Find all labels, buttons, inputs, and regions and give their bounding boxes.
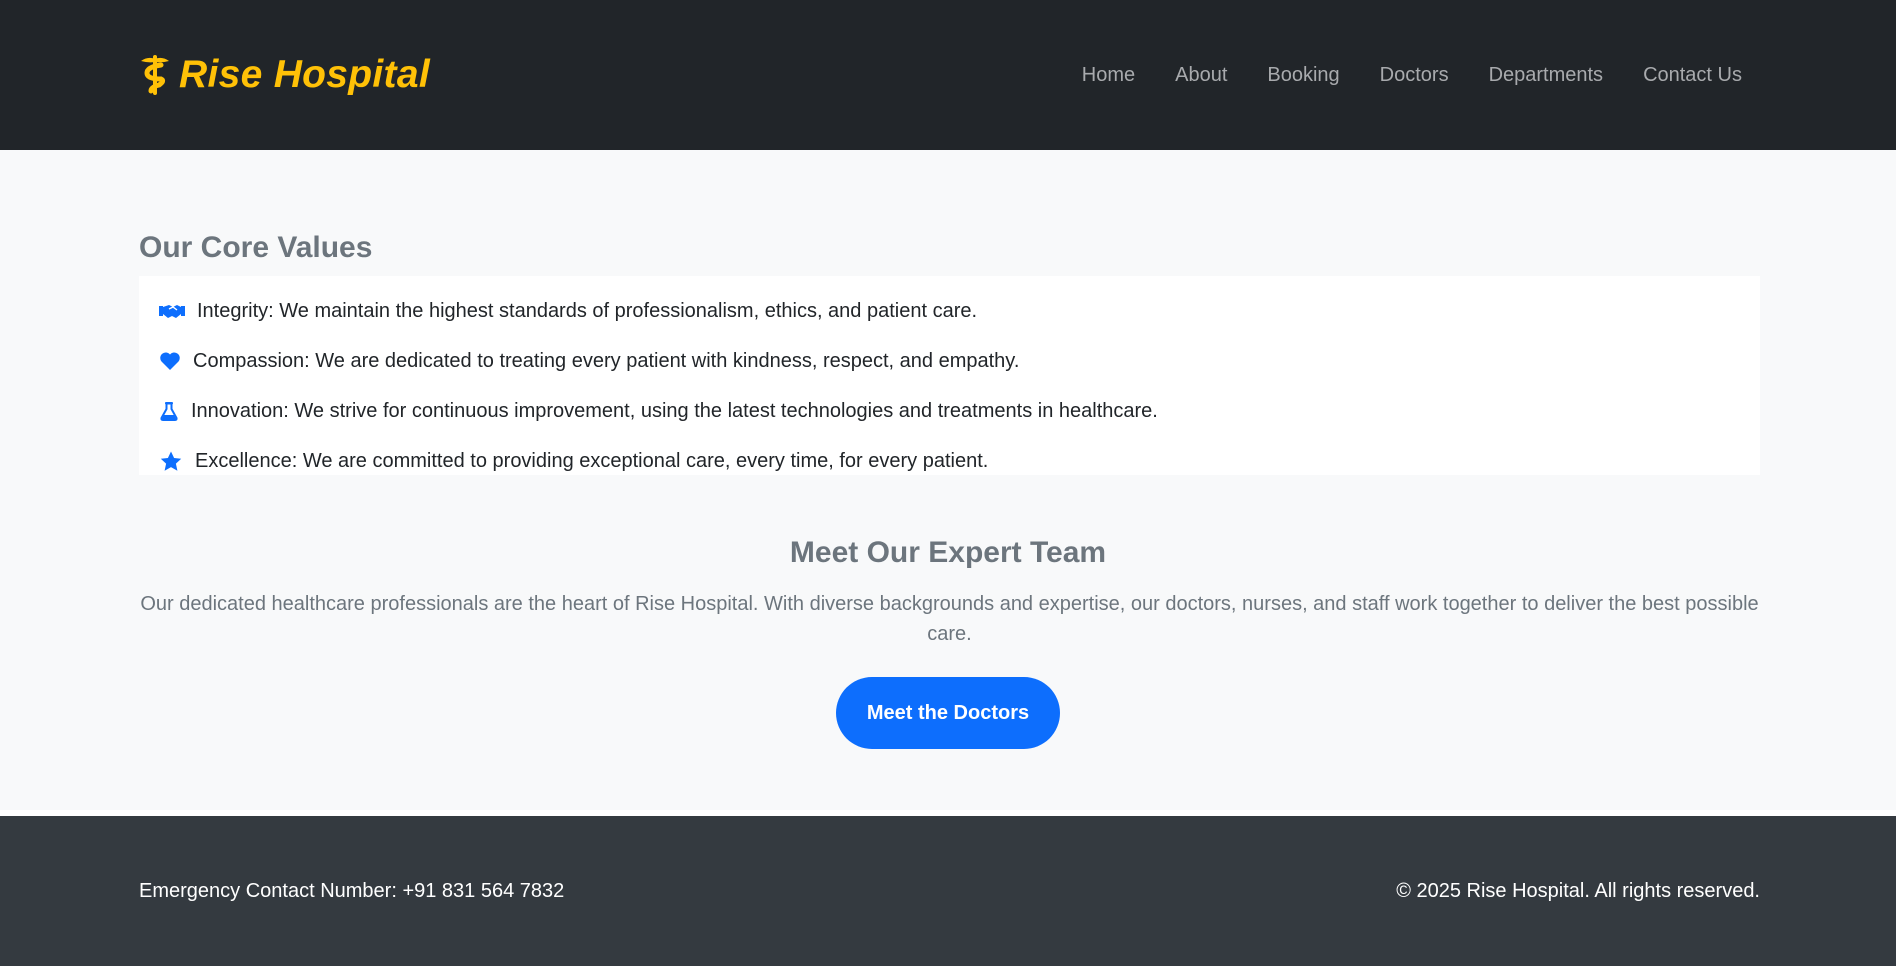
nav-about[interactable]: About: [1155, 56, 1247, 95]
emergency-contact: Emergency Contact Number: +91 831 564 78…: [139, 879, 565, 902]
nav-doctors[interactable]: Doctors: [1360, 56, 1469, 95]
main-content: Our Core Values Integrity: We maintain t…: [0, 150, 1896, 810]
team-description: Our dedicated healthcare professionals a…: [140, 593, 1759, 645]
main-nav: Home About Booking Doctors Departments C…: [1062, 56, 1762, 95]
navbar: Rise Hospital Home About Booking Doctors…: [0, 0, 1896, 150]
core-values-title: Our Core Values: [139, 231, 373, 264]
value-item-integrity: Integrity: We maintain the highest stand…: [159, 286, 1740, 336]
star-icon: [159, 450, 183, 472]
copyright: © 2025 Rise Hospital. All rights reserve…: [1396, 879, 1760, 902]
caduceus-icon: [139, 53, 171, 97]
handshake-icon: [159, 300, 185, 322]
value-text: Innovation: We strive for continuous imp…: [191, 399, 1158, 422]
nav-home[interactable]: Home: [1062, 56, 1155, 95]
footer: Emergency Contact Number: +91 831 564 78…: [0, 816, 1896, 966]
value-text: Integrity: We maintain the highest stand…: [197, 299, 978, 322]
value-text: Excellence: We are committed to providin…: [195, 449, 989, 472]
team-title: Meet Our Expert Team: [789, 536, 1107, 569]
team-section: Meet Our Expert Team Our dedicated healt…: [139, 535, 1759, 749]
meet-doctors-button[interactable]: Meet the Doctors: [835, 677, 1061, 749]
core-values-list: Integrity: We maintain the highest stand…: [139, 276, 1760, 475]
value-item-excellence: Excellence: We are committed to providin…: [159, 436, 1740, 486]
nav-departments[interactable]: Departments: [1469, 56, 1624, 95]
value-item-compassion: Compassion: We are dedicated to treating…: [159, 336, 1740, 386]
brand-name: Rise Hospital: [179, 53, 430, 96]
heart-icon: [159, 350, 181, 372]
flask-icon: [159, 400, 179, 422]
value-text: Compassion: We are dedicated to treating…: [193, 349, 1020, 372]
value-item-innovation: Innovation: We strive for continuous imp…: [159, 386, 1740, 436]
brand-link[interactable]: Rise Hospital: [139, 53, 430, 97]
nav-booking[interactable]: Booking: [1247, 56, 1359, 95]
nav-contact-us[interactable]: Contact Us: [1623, 56, 1762, 95]
